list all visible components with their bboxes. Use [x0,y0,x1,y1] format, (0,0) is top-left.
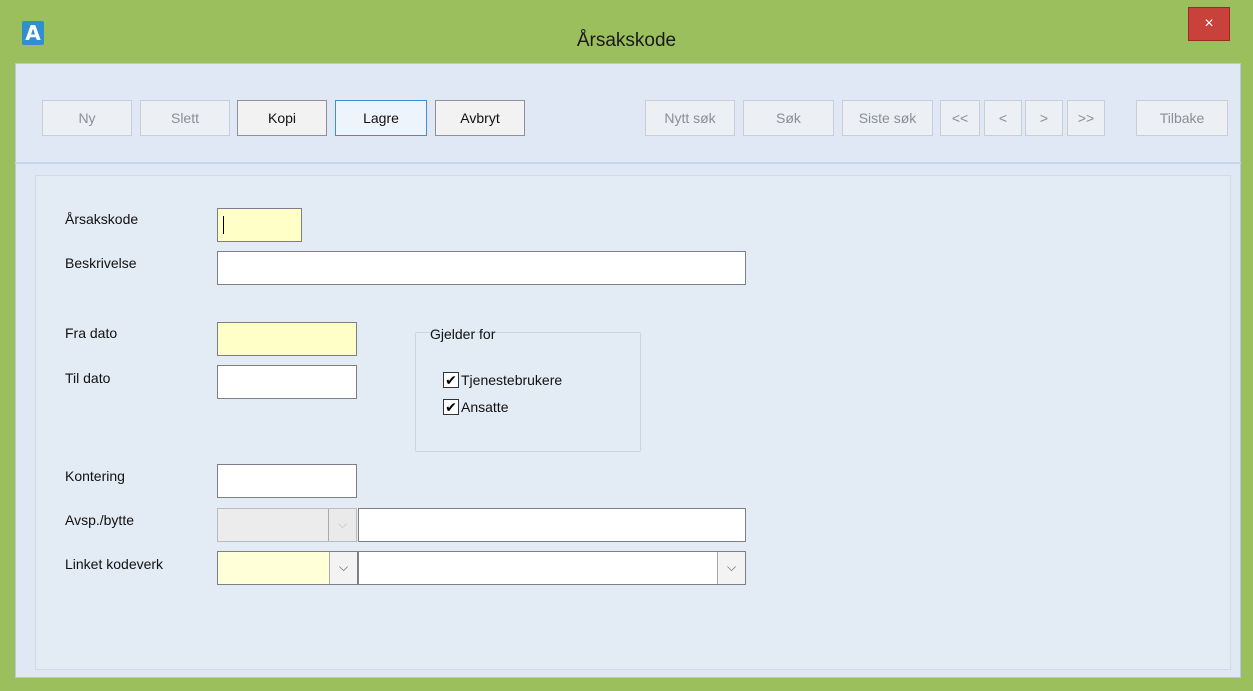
kontering-input[interactable] [217,464,357,498]
ansatte-checkbox[interactable]: ✔ [443,399,459,415]
last-search-button[interactable]: Siste søk [842,100,933,136]
ansatte-label: Ansatte [461,399,509,415]
next-record-button[interactable]: > [1025,100,1063,136]
gjelder-for-group [415,332,641,452]
fra-dato-label: Fra dato [65,325,118,341]
check-icon: ✔ [445,399,457,415]
avsp-bytte-select[interactable]: ⌵ [217,508,357,542]
linket-kodeverk-label: Linket kodeverk [65,556,164,572]
delete-button[interactable]: Slett [140,100,230,136]
beskrivelse-input[interactable] [217,251,746,285]
copy-button[interactable]: Kopi [237,100,327,136]
gjelder-for-title: Gjelder for [430,326,496,342]
title-bar: A Årsakskode × [0,0,1253,62]
tjenestebrukere-label: Tjenestebrukere [461,372,563,388]
back-button[interactable]: Tilbake [1136,100,1228,136]
search-button[interactable]: Søk [743,100,834,136]
kontering-label: Kontering [65,468,125,484]
new-button[interactable]: Ny [42,100,132,136]
avsp-bytte-description-input[interactable] [358,508,746,542]
arsakskode-input[interactable] [217,208,302,242]
fra-dato-input[interactable] [217,322,357,356]
new-search-button[interactable]: Nytt søk [645,100,735,136]
linket-kodeverk-description-select[interactable]: ⌵ [358,551,746,585]
avsp-bytte-label: Avsp./bytte [65,512,135,528]
window-title: Årsakskode [576,30,677,51]
arsakskode-label: Årsakskode [65,211,139,227]
chevron-down-icon[interactable]: ⌵ [328,509,356,541]
tjenestebrukere-checkbox[interactable]: ✔ [443,372,459,388]
til-dato-label: Til dato [65,370,111,386]
linket-kodeverk-select[interactable]: ⌵ [217,551,358,585]
close-button[interactable]: × [1188,7,1230,41]
previous-record-button[interactable]: < [984,100,1022,136]
save-button[interactable]: Lagre [335,100,427,136]
chevron-down-icon[interactable]: ⌵ [329,552,357,584]
til-dato-input[interactable] [217,365,357,399]
first-record-button[interactable]: << [940,100,980,136]
beskrivelse-label: Beskrivelse [65,255,137,271]
text-caret [223,216,224,234]
toolbar-divider [15,162,1241,164]
last-record-button[interactable]: >> [1067,100,1105,136]
cancel-button[interactable]: Avbryt [435,100,525,136]
chevron-down-icon[interactable]: ⌵ [717,552,745,584]
check-icon: ✔ [445,372,457,388]
